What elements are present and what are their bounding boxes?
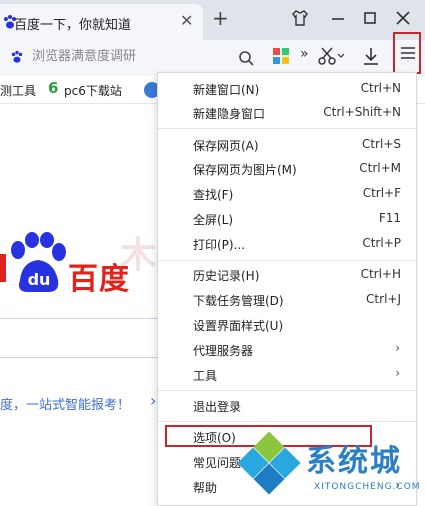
bookmark-item[interactable]: 测工具	[0, 82, 36, 99]
menu-item-logout[interactable]: 退出登录	[158, 394, 416, 418]
menu-item-label: 历史记录(H)	[193, 269, 260, 283]
menu-item-label: 保存网页(A)	[193, 139, 259, 153]
menu-item-label: 全屏(L)	[193, 213, 234, 227]
menu-item-find[interactable]: 查找(F) Ctrl+F	[158, 182, 416, 206]
search-input[interactable]	[32, 49, 222, 64]
search-box[interactable]	[6, 44, 258, 72]
menu-item-new-window[interactable]: 新建窗口(N) Ctrl+N	[158, 77, 416, 101]
menu-separator	[158, 390, 416, 391]
menu-item-save-page[interactable]: 保存网页(A) Ctrl+S	[158, 133, 416, 157]
menu-item-shortcut: Ctrl+H	[360, 267, 401, 281]
xitongcheng-watermark: 系统城 XITONGCHENG.COM	[234, 431, 424, 506]
main-menu-button[interactable]	[393, 32, 421, 74]
menu-item-fullscreen[interactable]: 全屏(L) F11	[158, 207, 416, 231]
menu-item-label: 保存网页为图片(M)	[193, 163, 297, 177]
baidu-paw-icon	[11, 50, 23, 63]
bookmark-item[interactable]: pc6下载站	[64, 82, 122, 99]
menu-item-label: 代理服务器	[193, 344, 254, 358]
menu-item-label: 新建窗口(N)	[193, 83, 260, 97]
menu-item-downloads[interactable]: 下载任务管理(D) Ctrl+J	[158, 288, 416, 312]
tab-strip: 百度一下，你就知道 ✕ +	[0, 0, 425, 40]
menu-item-label: 下载任务管理(D)	[193, 294, 284, 308]
menu-item-label: 工具	[193, 369, 218, 383]
menu-item-label: 打印(P)...	[193, 238, 246, 252]
divider	[0, 318, 160, 319]
divider	[0, 357, 160, 358]
menu-item-label: 设置界面样式(U)	[193, 319, 284, 333]
more-extensions-icon[interactable]: »	[300, 46, 309, 62]
browser-window: 百度一下，你就知道 ✕ + 浏览器满意度调研 » 测工具 6 pc6下载站 du…	[0, 0, 425, 506]
hamburger-menu-icon	[401, 47, 415, 59]
menu-item-shortcut: Ctrl+Shift+N	[323, 105, 401, 119]
pc6-icon: 6	[48, 79, 59, 97]
new-tab-button[interactable]: +	[212, 6, 229, 30]
tab-close-icon[interactable]: ✕	[180, 11, 193, 30]
close-window-icon[interactable]	[393, 8, 413, 28]
toolbar: »	[0, 40, 425, 76]
menu-item-label: 退出登录	[193, 400, 242, 414]
svg-text:du: du	[28, 270, 51, 289]
tab-baidu[interactable]: 百度一下，你就知道 ✕	[0, 4, 203, 40]
baidu-logo-paw-icon: du	[11, 232, 66, 292]
menu-item-ui-style[interactable]: 设置界面样式(U)	[158, 313, 416, 337]
menu-item-label: 帮助	[193, 481, 218, 495]
menu-item-proxy[interactable]: 代理服务器 ›	[158, 338, 416, 362]
download-icon[interactable]	[362, 47, 380, 65]
menu-item-tools[interactable]: 工具 ›	[158, 363, 416, 387]
menu-item-label: 查找(F)	[193, 188, 234, 202]
apps-grid-icon[interactable]	[272, 47, 290, 65]
menu-separator	[158, 128, 416, 129]
chevron-right-icon: ›	[395, 366, 400, 380]
chevron-right-icon: ›	[395, 341, 400, 355]
menu-separator	[158, 421, 416, 422]
menu-item-shortcut: Ctrl+S	[361, 137, 401, 151]
menu-item-new-incognito[interactable]: 新建隐身窗口 Ctrl+Shift+N	[158, 101, 416, 125]
watermark-logo-subtext: XITONGCHENG.COM	[314, 482, 421, 492]
watermark-logo-text: 系统城	[306, 444, 402, 479]
menu-item-shortcut: Ctrl+F	[362, 186, 401, 200]
skin-shirt-icon[interactable]	[290, 8, 310, 28]
menu-item-history[interactable]: 历史记录(H) Ctrl+H	[158, 263, 416, 287]
screenshot-scissors-icon[interactable]	[318, 47, 344, 65]
menu-item-shortcut: Ctrl+M	[359, 161, 401, 175]
baidu-logo-text: 百度	[68, 262, 130, 297]
tab-title: 百度一下，你就知道	[14, 18, 132, 33]
menu-item-shortcut: Ctrl+N	[360, 81, 401, 95]
menu-item-shortcut: Ctrl+P	[362, 236, 401, 250]
promo-link[interactable]: 度，一站式智能报考！	[0, 394, 130, 413]
maximize-icon[interactable]	[360, 8, 380, 28]
menu-item-print[interactable]: 打印(P)... Ctrl+P	[158, 232, 416, 256]
chevron-right-icon[interactable]: ›	[150, 391, 156, 410]
menu-item-shortcut: F11	[378, 211, 401, 225]
search-icon[interactable]	[238, 50, 254, 66]
menu-item-label: 新建隐身窗口	[193, 107, 266, 121]
menu-item-shortcut: Ctrl+J	[366, 292, 401, 306]
minimize-icon[interactable]	[328, 8, 348, 28]
menu-item-save-as-image[interactable]: 保存网页为图片(M) Ctrl+M	[158, 157, 416, 181]
menu-separator	[158, 260, 416, 261]
